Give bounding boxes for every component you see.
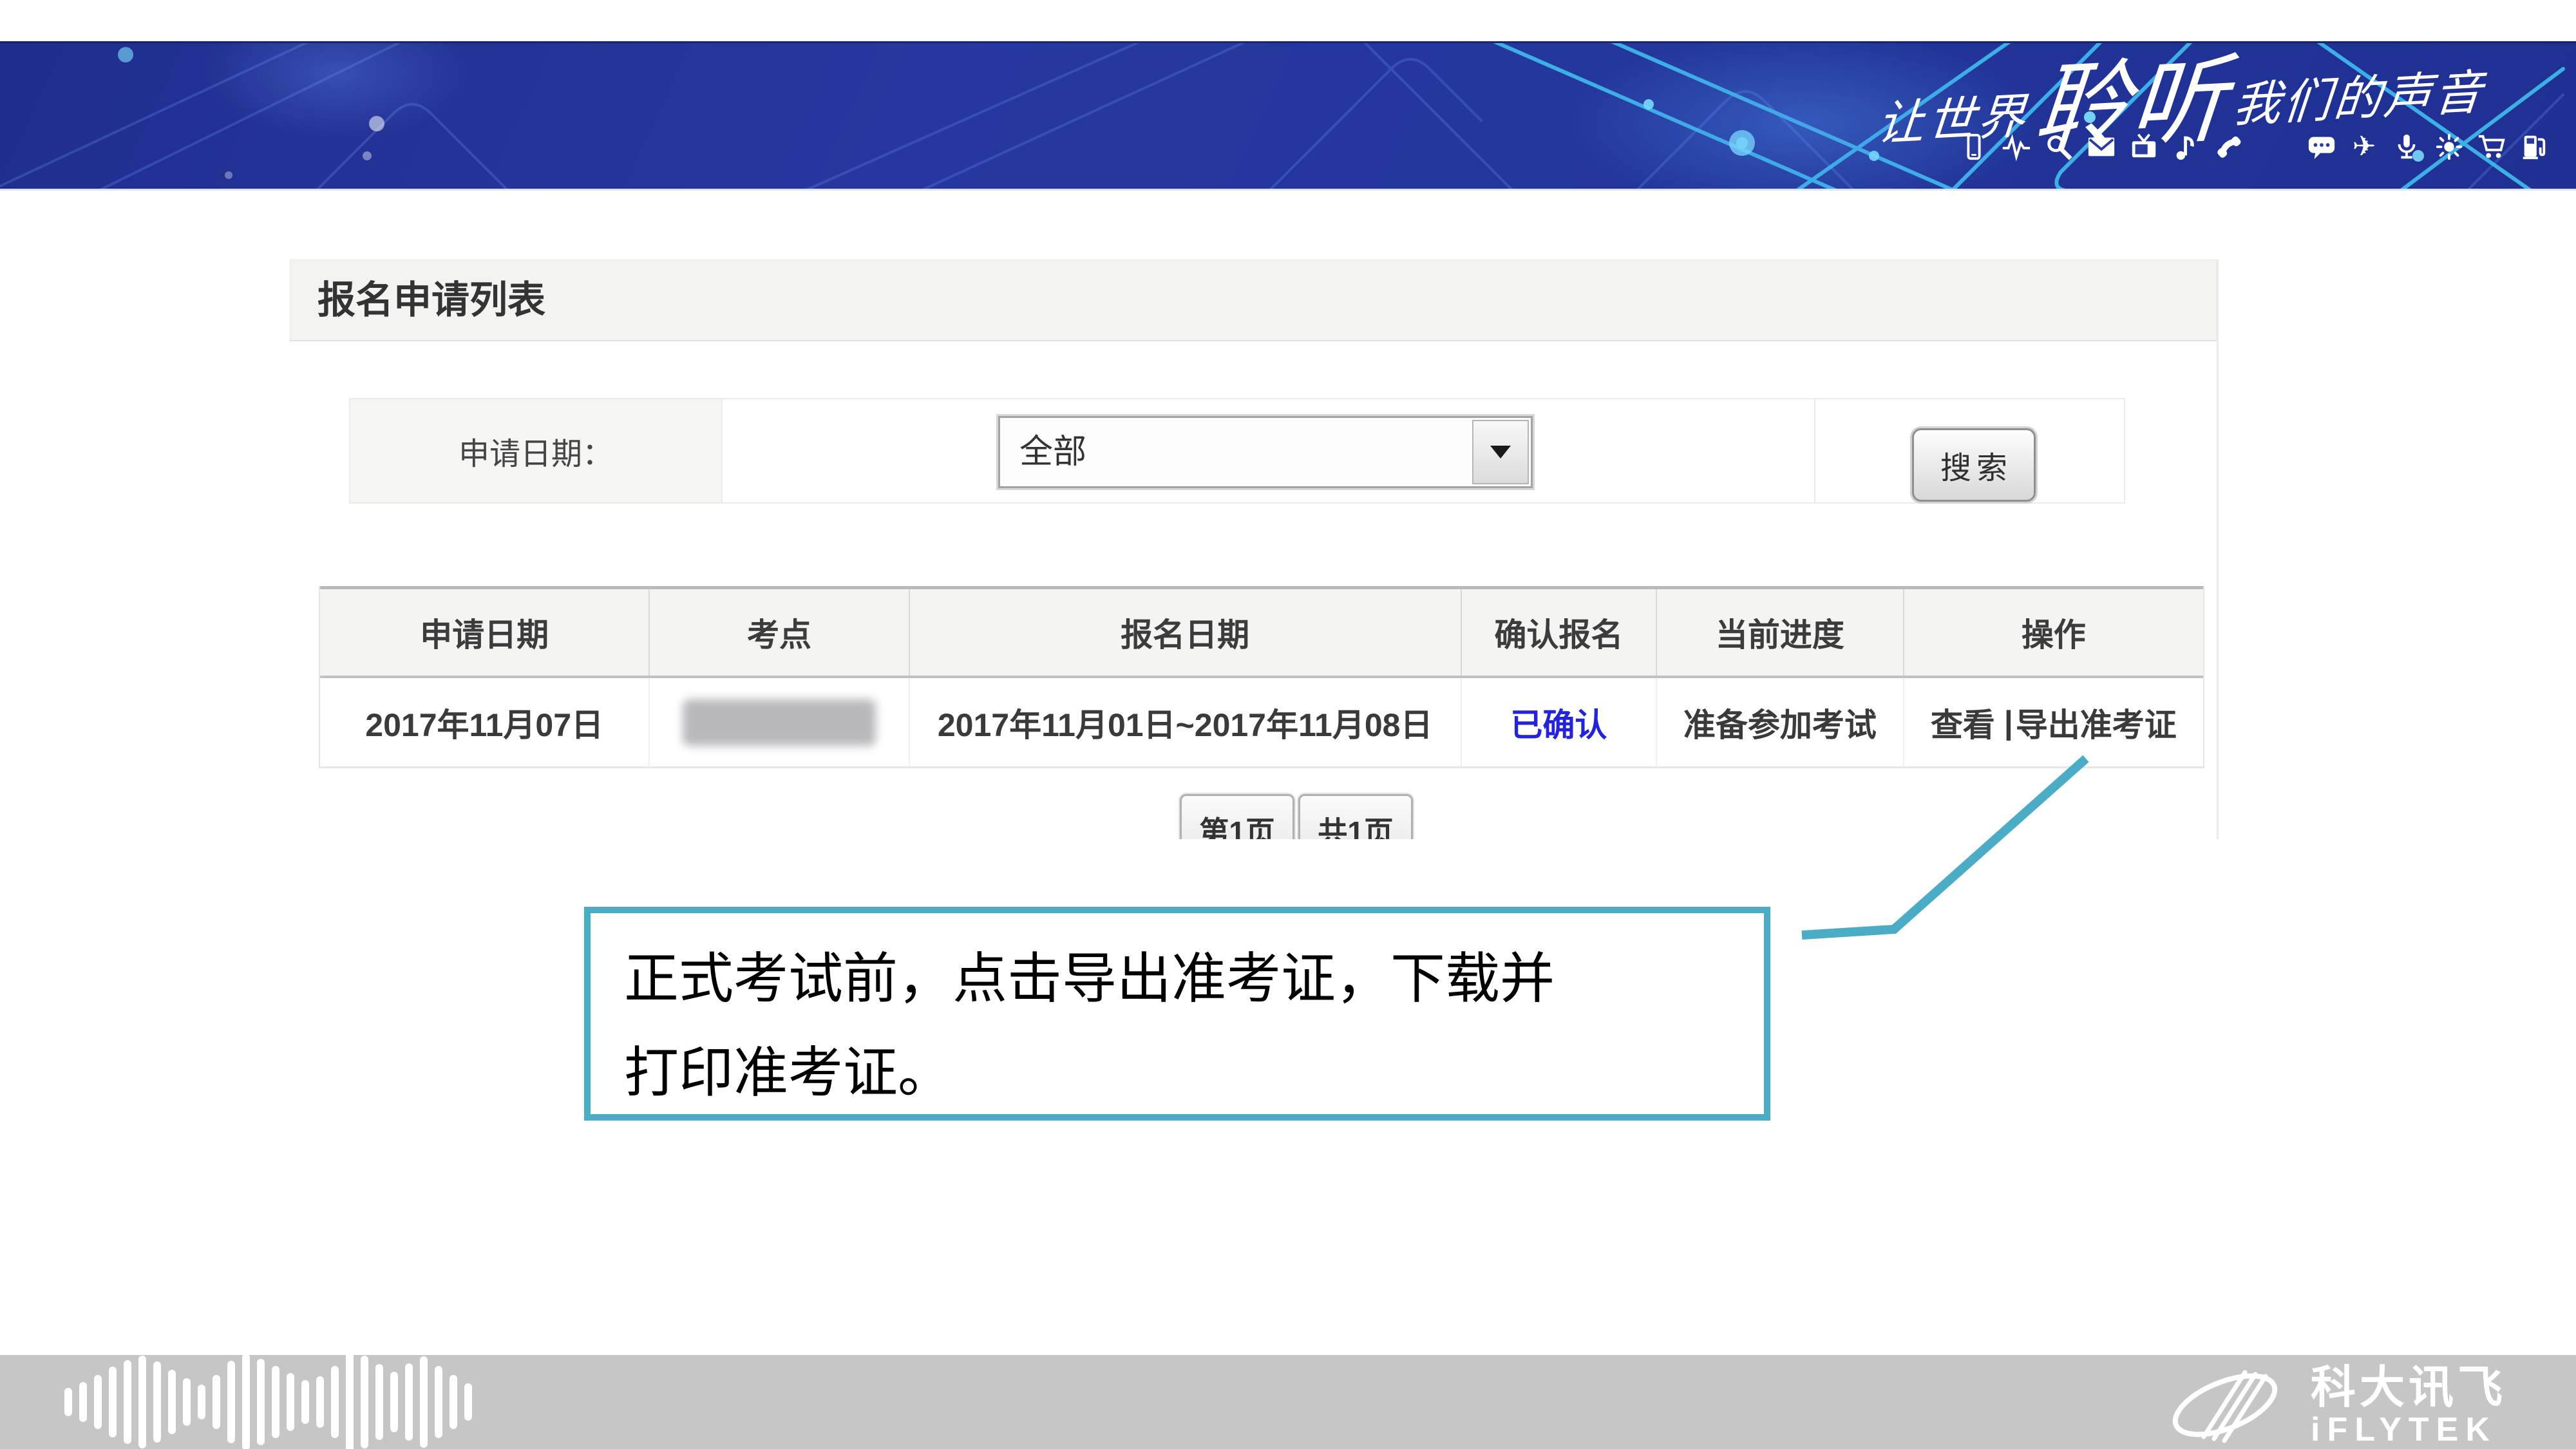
banner-service-icons: ✈ xyxy=(1959,132,2549,162)
waveform-bar xyxy=(287,1373,294,1431)
waveform-bar xyxy=(168,1370,176,1434)
page-title: 报名申请列表 xyxy=(290,260,2216,340)
col-apply-date: 申请日期 xyxy=(320,589,650,676)
col-registration-period: 报名日期 xyxy=(910,589,1462,676)
sun-icon xyxy=(2434,132,2464,162)
col-progress: 当前进度 xyxy=(1657,589,1904,676)
cell-registration-period: 2017年11月01日~2017年11月08日 xyxy=(910,678,1462,766)
table-row: 2017年11月07日 2017年11月01日~2017年11月08日 已确认 … xyxy=(320,678,2203,768)
col-exam-site: 考点 xyxy=(650,589,909,676)
iflytek-logo: 科大讯飞 iFLYTEK xyxy=(2157,1364,2506,1446)
waveform-bar xyxy=(435,1366,442,1438)
search-button[interactable]: 搜索 xyxy=(1912,428,2036,502)
waveform-bar xyxy=(301,1380,309,1424)
brand-name-cn: 科大讯飞 xyxy=(2311,1364,2506,1412)
waveform-bar xyxy=(272,1366,279,1438)
waveform-bar xyxy=(361,1356,368,1448)
waveform-bar xyxy=(464,1383,472,1421)
apply-date-label: 申请日期： xyxy=(350,399,723,502)
total-pages-button[interactable]: 共1页 xyxy=(1298,794,1413,839)
waveform-bar xyxy=(124,1360,131,1444)
pagination: 第1页 共1页 xyxy=(1180,794,1417,839)
col-confirm: 确认报名 xyxy=(1462,589,1658,676)
pulse-icon xyxy=(2002,132,2031,162)
current-page-button[interactable]: 第1页 xyxy=(1180,794,1294,839)
waveform-bar xyxy=(94,1375,102,1429)
waveform-bar xyxy=(390,1372,398,1432)
mobile-icon xyxy=(1959,132,1989,162)
waveform-bar xyxy=(346,1351,354,1449)
chevron-down-icon xyxy=(1490,446,1511,459)
export-admission-ticket-link[interactable]: 导出准考证 xyxy=(2016,699,2177,746)
operations-separator: | xyxy=(2004,704,2013,741)
waveform-bar xyxy=(198,1385,205,1419)
cell-operations: 查看 | 导出准考证 xyxy=(1904,678,2203,766)
iflytek-swoosh-icon xyxy=(2157,1367,2299,1443)
callout-text-line-2: 打印准考证。 xyxy=(624,1027,1764,1121)
search-icon xyxy=(2044,132,2074,162)
page-title-bar: 报名申请列表 xyxy=(290,260,2217,341)
brand-name-en: iFLYTEK xyxy=(2311,1413,2506,1446)
footer-bar: 科大讯飞 iFLYTEK xyxy=(0,1355,2576,1449)
callout-text-line-1: 正式考试前，点击导出准考证，下载并 xyxy=(624,933,1764,1027)
waveform-bar xyxy=(109,1367,117,1437)
apply-date-dropdown[interactable]: 全部 xyxy=(998,416,1533,488)
waveform-bar xyxy=(405,1363,413,1441)
view-link[interactable]: 查看 xyxy=(1931,699,1995,746)
waveform-bar xyxy=(450,1375,457,1429)
shopping-cart-icon xyxy=(2477,132,2506,162)
audio-waveform-decoration xyxy=(64,1355,479,1449)
music-note-icon xyxy=(2172,132,2201,162)
application-table: 申请日期 考点 报名日期 确认报名 当前进度 操作 2017年11月07日 20… xyxy=(319,586,2204,768)
chat-bubble-icon xyxy=(2307,132,2336,162)
waveform-bar xyxy=(227,1361,235,1443)
mail-icon xyxy=(2087,132,2116,162)
dropdown-arrow-button[interactable] xyxy=(1472,420,1529,484)
table-header-row: 申请日期 考点 报名日期 确认报名 当前进度 操作 xyxy=(320,586,2203,678)
tv-icon xyxy=(2129,132,2159,162)
waveform-bar xyxy=(242,1354,250,1449)
waveform-bar xyxy=(64,1388,72,1416)
cell-exam-site xyxy=(650,678,909,766)
waveform-bar xyxy=(331,1366,339,1438)
cell-confirm-status: 已确认 xyxy=(1462,678,1658,766)
waveform-bar xyxy=(213,1375,220,1429)
annotation-callout: 正式考试前，点击导出准考证，下载并 打印准考证。 xyxy=(584,907,1770,1121)
waveform-bar xyxy=(257,1359,265,1445)
redacted-exam-site xyxy=(683,699,876,746)
phone-handset-icon xyxy=(2214,132,2244,162)
slide: 让世界 聆听 我们的声音 ✈ 报名申请列表 申请日期： 全部 搜索 申请日期 考… xyxy=(0,0,2576,1449)
waveform-bar xyxy=(375,1364,383,1440)
waveform-bar xyxy=(79,1382,87,1422)
dropdown-selected-value: 全部 xyxy=(1000,418,1531,486)
plane-icon: ✈ xyxy=(2349,132,2379,162)
waveform-bar xyxy=(138,1356,146,1448)
microphone-icon xyxy=(2392,132,2421,162)
waveform-bar xyxy=(153,1361,161,1443)
confirmed-link[interactable]: 已确认 xyxy=(1510,699,1607,746)
col-operations: 操作 xyxy=(1904,589,2203,676)
fuel-pump-icon xyxy=(2519,132,2549,162)
search-filter-panel: 申请日期： 全部 搜索 xyxy=(349,398,2125,504)
cell-progress: 准备参加考试 xyxy=(1657,678,1904,766)
slogan-stroke-gap xyxy=(2257,146,2294,147)
waveform-bar xyxy=(183,1378,191,1426)
top-banner: 让世界 聆听 我们的声音 ✈ xyxy=(0,41,2576,191)
cell-apply-date: 2017年11月07日 xyxy=(320,678,650,766)
webpage-screenshot: 报名申请列表 申请日期： 全部 搜索 申请日期 考点 报名日期 确认报名 当前进… xyxy=(290,260,2219,839)
divider xyxy=(1814,399,1815,502)
waveform-bar xyxy=(316,1376,324,1428)
waveform-bar xyxy=(420,1356,428,1448)
